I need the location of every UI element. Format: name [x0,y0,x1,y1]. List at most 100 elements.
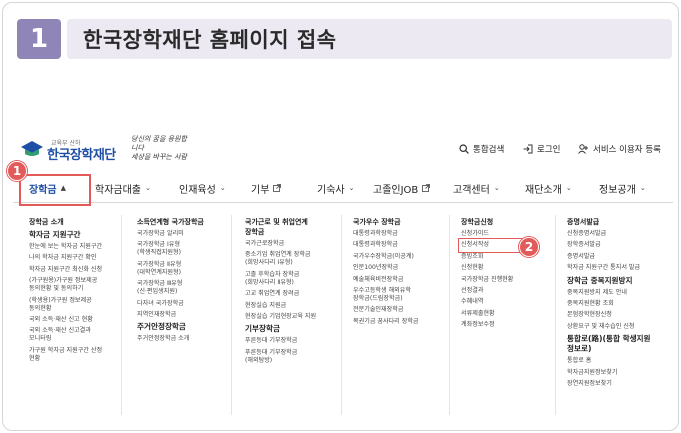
menu-item[interactable]: 수혜내역 [461,298,569,306]
menu-item[interactable]: 현장실습 기업현장교육 지원 [245,313,353,321]
external-link-icon [422,184,431,192]
menu-item[interactable]: 국가근로장학금 [245,240,353,248]
search-link[interactable]: 통합검색 [459,143,504,155]
menu-item[interactable]: 선정결과 [461,287,569,295]
menu-item[interactable]: 장학증서발급 [567,241,671,249]
menu-column-work: 국가근로 및 취업연계 장학금 국가근로장학금 중소기업 취업연계 장학금 (희… [245,217,353,368]
menu-subheading[interactable]: 장학금 중복지원방지 [567,276,671,286]
menu-item[interactable]: 우수고등학생 해외유학 장학금(드림장학금) [353,287,461,303]
site-logo[interactable]: 교육부 산하 한국장학재단 [21,137,131,163]
menu-item[interactable]: (가구원용)가구원 정보제공 동의현황 및 동의하기 [29,277,137,293]
menu-item[interactable]: 국가우수장학금(이공계) [353,253,461,261]
slogan-line-2: 세상을 바꾸는 사람 [131,153,187,161]
menu-item[interactable]: 증빙조회 [461,253,569,261]
nav-donation[interactable]: 기부 [251,173,282,203]
menu-item[interactable]: 국가장학금 Ⅲ유형 (신·편입생지원) [137,280,245,296]
nav-talent[interactable]: 인재육성 ⌄ [179,173,226,203]
menu-item[interactable]: 학자금 지원구간 통지서 발급 [567,264,671,272]
menu-item[interactable]: 계좌정보수정 [461,321,569,329]
menu-heading[interactable]: 장학금신청 [461,217,569,227]
nav-about[interactable]: 재단소개 ⌄ [525,173,572,203]
menu-item[interactable]: 신청가이드 [461,230,569,238]
menu-item[interactable]: 푸른등대 기부장학금 [245,337,353,345]
scholarship-mega-menu: 장학금 소개 학자금 지원구간 한눈에 보는 학자금 지원구간 나의 학자금 지… [13,209,673,430]
user-register-icon [578,144,588,154]
menu-item[interactable]: 국가장학금 Ⅱ유형 (대학연계지원형) [137,261,245,277]
site-header: 교육부 산하 한국장학재단 당신의 꿈을 응원합니다 세상을 바꾸는 사람 통합… [13,131,673,171]
menu-subheading[interactable]: 통합로(路)(통합 학생지원 정보로) [567,334,671,354]
menu-item[interactable]: 대통령과학장학금 [353,230,461,238]
menu-item[interactable]: 국외 소득·재산 신고 현황 [29,316,137,324]
menu-subheading[interactable]: 기부장학금 [245,324,353,334]
menu-item[interactable]: 신청현황 [461,264,569,272]
menu-item[interactable]: 국가장학금 Ⅰ유형 (학생직접지원형) [137,241,245,257]
chevron-down-icon: ⌄ [348,184,355,192]
slide-frame: 1 한국장학재단 홈페이지 접속 교육부 산하 한국장학재단 당신의 꿈을 응원… [2,2,679,431]
menu-item[interactable]: 신청증명서발급 [567,230,671,238]
menu-heading[interactable]: 장학금 소개 [29,217,137,227]
nav-talent-label: 인재육성 [179,184,216,196]
nav-disclosure-label: 정보공개 [599,184,636,196]
nav-customer-center-label: 고객센터 [453,184,490,196]
menu-item[interactable]: 가구원 학자금 지원구간 산정 현황 [29,347,137,363]
menu-item-application-form[interactable]: 신청서작성 [458,238,569,254]
menu-item[interactable]: 국가장학금 진행현황 [461,276,569,284]
menu-item[interactable]: 장연지원정보찾기 [567,380,671,388]
step-number-badge: 1 [17,19,61,59]
menu-column-intro: 장학금 소개 학자금 지원구간 한눈에 보는 학자금 지원구간 나의 학자금 지… [29,217,137,366]
step-marker-1: 1 [7,161,27,181]
menu-heading[interactable]: 국가근로 및 취업연계 장학금 [245,217,353,237]
login-link[interactable]: 로그인 [523,143,560,155]
menu-item[interactable]: 중복지원현황 조회 [567,300,671,308]
menu-item[interactable]: 다자녀 국가장학금 [137,300,245,308]
nav-scholarship-label: 장학금 [29,184,57,196]
menu-item[interactable]: 현장실습 지원금 [245,302,353,310]
menu-heading[interactable]: 국가우수 장학금 [353,217,461,227]
menu-item[interactable]: 지역인재장학금 [137,311,245,319]
menu-item[interactable]: 본험장학현장신청 [567,311,671,319]
nav-student-loan[interactable]: 학자금대출 ⌄ [95,173,151,203]
menu-item[interactable]: 복권기금 꿈사다리 장학금 [353,318,461,326]
menu-item[interactable]: 국가장학금 알리미 [137,230,245,238]
menu-item[interactable]: 고교 취업연계 장려금 [245,290,353,298]
login-icon [523,144,533,154]
menu-heading[interactable]: 증명서발급 [567,217,671,227]
menu-heading[interactable]: 소득연계형 국가장학금 [137,217,245,227]
menu-item[interactable]: 학자금 지원구간 최신화 신청 [29,266,137,274]
menu-item[interactable]: 나의 학자금 지원구간 확인 [29,254,137,262]
slogan-line-1: 당신의 꿈을 응원합니다 [131,135,187,152]
nav-scholarship[interactable]: 장학금 ▲ [29,173,66,203]
menu-subheading[interactable]: 학자금 지원구간 [29,230,137,240]
menu-item[interactable]: 중복지원방지 제도 안내 [567,289,671,297]
user-register-label: 서비스 이용자 등록 [593,145,661,155]
menu-item[interactable]: (학생용)가구원 정보제공 동의현황 [29,297,137,313]
chevron-down-icon: ⌄ [219,184,226,192]
nav-job-label: 고졸인JOB [373,184,419,196]
menu-item[interactable]: 중소기업 취업연계 장학금 (희망사다리 Ⅰ유형) [245,251,353,267]
chevron-down-icon: ⌄ [493,184,500,192]
menu-item[interactable]: 전문기술인재장학금 [353,306,461,314]
search-icon [459,144,469,154]
menu-item[interactable]: 고졸 후학습자 장학금 (희망사다리 Ⅱ유형) [245,271,353,287]
menu-item[interactable]: 서류제출현황 [461,310,569,318]
nav-donation-label: 기부 [251,184,270,196]
menu-item[interactable]: 증명서발급 [567,253,671,261]
menu-item[interactable]: 국외 소득·재산 신고결과 모니터링 [29,327,137,343]
nav-disclosure[interactable]: 정보공개 ⌄ [599,173,646,203]
menu-item[interactable]: 주거안정장학금 소개 [137,335,245,343]
menu-item[interactable]: 학자금지원정보찾기 [567,369,671,377]
user-register-link[interactable]: 서비스 이용자 등록 [578,143,661,155]
nav-dormitory-label: 기숙사 [317,184,345,196]
step-title: 한국장학재단 홈페이지 접속 [83,28,337,52]
menu-subheading[interactable]: 주거안정장학금 [137,322,245,332]
nav-customer-center[interactable]: 고객센터 ⌄ [453,173,500,203]
menu-item[interactable]: 상환요구 및 재수습인 신청 [567,323,671,331]
nav-dormitory[interactable]: 기숙사 ⌄ [317,173,354,203]
menu-item[interactable]: 인문100년장학금 [353,264,461,272]
menu-item[interactable]: 통합로 홈 [567,357,671,365]
menu-item[interactable]: 예술체육비전장학금 [353,276,461,284]
nav-job[interactable]: 고졸인JOB [373,173,431,203]
menu-item[interactable]: 대통령과학장학금 [353,241,461,249]
menu-item[interactable]: 푸른등대 기부장학금 (해외탐방) [245,349,353,365]
menu-item[interactable]: 한눈에 보는 학자금 지원구간 [29,243,137,251]
